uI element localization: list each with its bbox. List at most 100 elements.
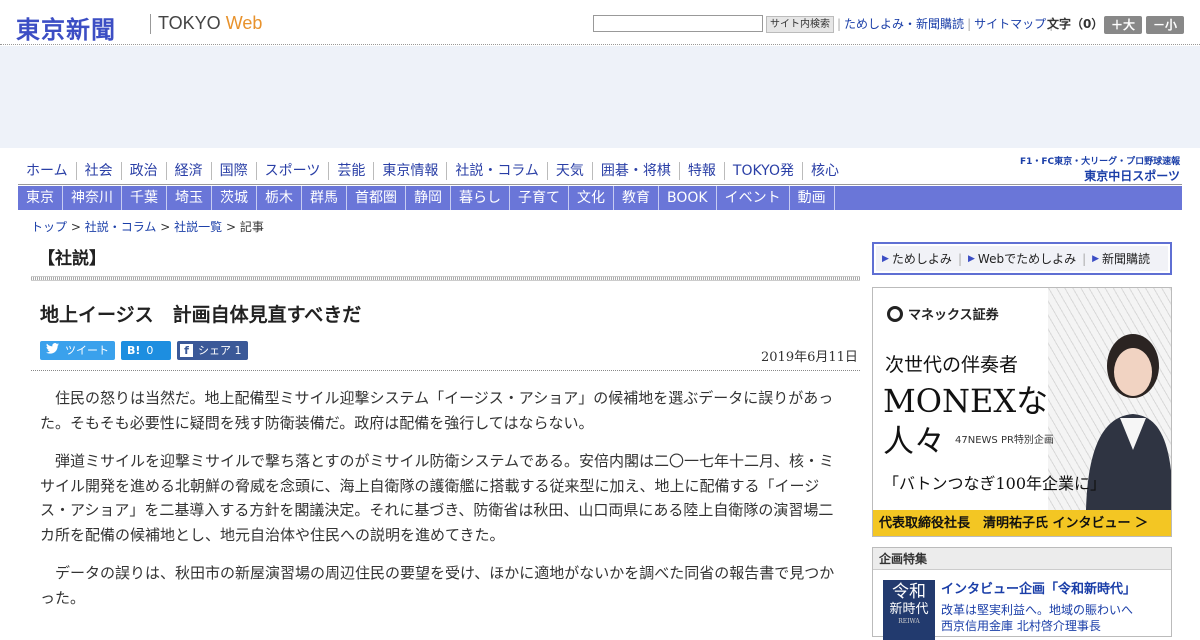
- nav-living[interactable]: 暮らし: [451, 186, 510, 210]
- nav-tokyo-hatsu[interactable]: TOKYO発: [725, 162, 803, 180]
- nav-economy[interactable]: 経済: [167, 162, 212, 180]
- feature-desc-line: 改革は堅実利益へ。地域の賑わいへ: [941, 603, 1134, 617]
- hatena-bookmark-button[interactable]: B! 0: [121, 341, 171, 360]
- nav-divider: [18, 184, 1182, 185]
- nav-tokuho[interactable]: 特報: [680, 162, 725, 180]
- logo-web-text: Web: [225, 13, 263, 33]
- twitter-bird-icon: [46, 341, 59, 360]
- ad-copy-4: 「バトンつなぎ100年企業に」: [883, 474, 1107, 493]
- triangle-right-icon: ▶: [967, 253, 975, 264]
- nav-region-saitama[interactable]: 埼玉: [167, 186, 212, 210]
- trial-link[interactable]: ためしよみ: [892, 250, 952, 267]
- nav-entertainment[interactable]: 芸能: [329, 162, 375, 180]
- sitemap-link[interactable]: サイトマップ: [974, 17, 1046, 31]
- feature-desc-line: 西京信用金庫 北村啓介理事長: [941, 619, 1101, 633]
- nav-home[interactable]: ホーム: [18, 162, 77, 180]
- nav-region-tokyo[interactable]: 東京: [18, 186, 63, 210]
- breadcrumb-separator: >: [160, 220, 171, 234]
- nav-region-kanagawa[interactable]: 神奈川: [63, 186, 122, 210]
- nav-sports[interactable]: スポーツ: [257, 162, 330, 180]
- nav-region-gunma[interactable]: 群馬: [302, 186, 347, 210]
- section-title: 【社説】: [38, 249, 106, 269]
- breadcrumb-current: 記事: [239, 220, 264, 234]
- breadcrumb-top[interactable]: トップ: [31, 220, 67, 234]
- nav-kakushin[interactable]: 核心: [803, 162, 847, 180]
- nav-region-chiba[interactable]: 千葉: [122, 186, 167, 210]
- web-trial-link[interactable]: Webでためしよみ: [978, 250, 1076, 267]
- article-date: 2019年6月11日: [761, 350, 858, 365]
- subscription-box: ▶ ためしよみ | ▶ Webでためしよみ | ▶ 新聞購読: [872, 242, 1172, 275]
- tweet-button[interactable]: ツイート: [40, 341, 115, 360]
- section-rule: [31, 276, 860, 281]
- tweet-label: ツイート: [65, 344, 109, 357]
- monex-logo-icon: [887, 305, 903, 322]
- article-paragraph: 弾道ミサイルを迎撃ミサイルで撃ち落とすのがミサイル防衛システムである。安倍内閣は…: [40, 452, 834, 544]
- breadcrumb-editorial-column[interactable]: 社説・コラム: [85, 220, 157, 234]
- breadcrumb-separator: >: [70, 220, 81, 234]
- nav-tokyo-info[interactable]: 東京情報: [374, 162, 448, 180]
- logo-divider: [150, 14, 151, 34]
- nav-weather[interactable]: 天気: [548, 162, 593, 180]
- nav-editorial-column[interactable]: 社説・コラム: [447, 162, 548, 180]
- header-link-divider: |: [837, 17, 842, 31]
- feature-box: 企画特集 令和 新時代 REIWA インタビュー企画「令和新時代」 改革は堅実利…: [872, 547, 1172, 640]
- nav-region-ibaraki[interactable]: 茨城: [212, 186, 257, 210]
- site-logo[interactable]: 東京新聞: [16, 10, 116, 45]
- tokyo-web-logo[interactable]: TOKYO Web: [158, 13, 262, 34]
- link-divider: |: [1082, 251, 1087, 266]
- breadcrumb-separator: >: [225, 220, 236, 234]
- font-smaller-button[interactable]: －小: [1146, 16, 1184, 34]
- ad-brand: マネックス証券: [887, 304, 999, 323]
- nav-education[interactable]: 教育: [614, 186, 659, 210]
- nav-video[interactable]: 動画: [790, 186, 835, 210]
- search-input[interactable]: [593, 15, 763, 32]
- secondary-nav: 東京 神奈川 千葉 埼玉 茨城 栃木 群馬 首都圏 静岡 暮らし 子育て 文化 …: [18, 186, 1182, 210]
- logo-tokyo-text: TOKYO: [158, 13, 221, 33]
- share-count: 1: [234, 344, 242, 357]
- nav-culture[interactable]: 文化: [569, 186, 614, 210]
- triangle-right-icon: ▶: [882, 253, 889, 264]
- search-button[interactable]: サイト内検索: [766, 16, 834, 33]
- nav-events[interactable]: イベント: [717, 186, 790, 210]
- banner-ad-area: [0, 46, 1200, 148]
- nav-society[interactable]: 社会: [77, 162, 122, 180]
- facebook-share-button[interactable]: f シェア 1: [177, 341, 248, 360]
- nav-international[interactable]: 国際: [212, 162, 257, 180]
- nav-go-shogi[interactable]: 囲碁・将棋: [593, 162, 680, 180]
- nav-region-tochigi[interactable]: 栃木: [257, 186, 302, 210]
- nav-region-shizuoka[interactable]: 静岡: [406, 186, 451, 210]
- nav-parenting[interactable]: 子育て: [510, 186, 569, 210]
- date-divider: [31, 370, 860, 371]
- breadcrumb: トップ > 社説・コラム > 社説一覧 > 記事: [31, 218, 264, 235]
- font-bigger-button[interactable]: ＋大: [1104, 16, 1142, 34]
- nav-book[interactable]: BOOK: [659, 186, 717, 210]
- chunichi-sports-link[interactable]: F1・FC東京・大リーグ・プロ野球速報 東京中日スポーツ: [1020, 154, 1180, 184]
- triangle-right-icon: ▶: [1092, 253, 1100, 264]
- header-link-divider: |: [967, 17, 972, 31]
- breadcrumb-editorial-list[interactable]: 社説一覧: [174, 220, 222, 234]
- primary-nav: ホーム 社会 政治 経済 国際 スポーツ 芸能 東京情報 社説・コラム 天気 囲…: [18, 158, 847, 184]
- feature-thumbnail[interactable]: 令和 新時代 REIWA: [883, 580, 935, 640]
- feature-title-link[interactable]: インタビュー企画「令和新時代」: [941, 578, 1136, 597]
- ad-cta[interactable]: 代表取締役社長 清明祐子氏 インタビュー ＞: [873, 510, 1171, 536]
- chunichi-sub-label: F1・FC東京・大リーグ・プロ野球速報: [1020, 157, 1181, 167]
- font-size-label: 文字（0）: [1047, 17, 1104, 31]
- feature-description[interactable]: 改革は堅実利益へ。地域の賑わいへ 西京信用金庫 北村啓介理事長: [941, 602, 1133, 634]
- hatena-count: 0: [146, 344, 154, 357]
- hatena-b-icon: B!: [127, 344, 141, 357]
- link-divider: |: [957, 251, 962, 266]
- nav-region-shutoken[interactable]: 首都圏: [347, 186, 406, 210]
- ad-copy-3: 人々: [883, 424, 945, 460]
- subscribe-link[interactable]: ためしよみ・新聞購読: [844, 17, 964, 31]
- nav-politics[interactable]: 政治: [122, 162, 167, 180]
- thumb-text-2: 新時代: [889, 602, 929, 617]
- thumb-text-1: 令和: [892, 582, 926, 602]
- facebook-icon: f: [180, 344, 193, 357]
- subscribe-newspaper-link[interactable]: 新聞購読: [1102, 250, 1150, 267]
- article-paragraph: 住民の怒りは当然だ。地上配備型ミサイル迎撃システム「イージス・アショア」の候補地…: [40, 389, 834, 432]
- header-links: | ためしよみ・新聞購読 | サイトマップ |: [834, 16, 1056, 32]
- subscription-links: ▶ ためしよみ | ▶ Webでためしよみ | ▶ 新聞購読: [876, 246, 1168, 271]
- feature-heading: 企画特集: [873, 548, 1171, 570]
- thumb-text-3: REIWA: [898, 618, 920, 625]
- monex-ad[interactable]: マネックス証券 次世代の伴奏者 MONEXな 人々 47NEWS PR特別企画 …: [872, 287, 1172, 537]
